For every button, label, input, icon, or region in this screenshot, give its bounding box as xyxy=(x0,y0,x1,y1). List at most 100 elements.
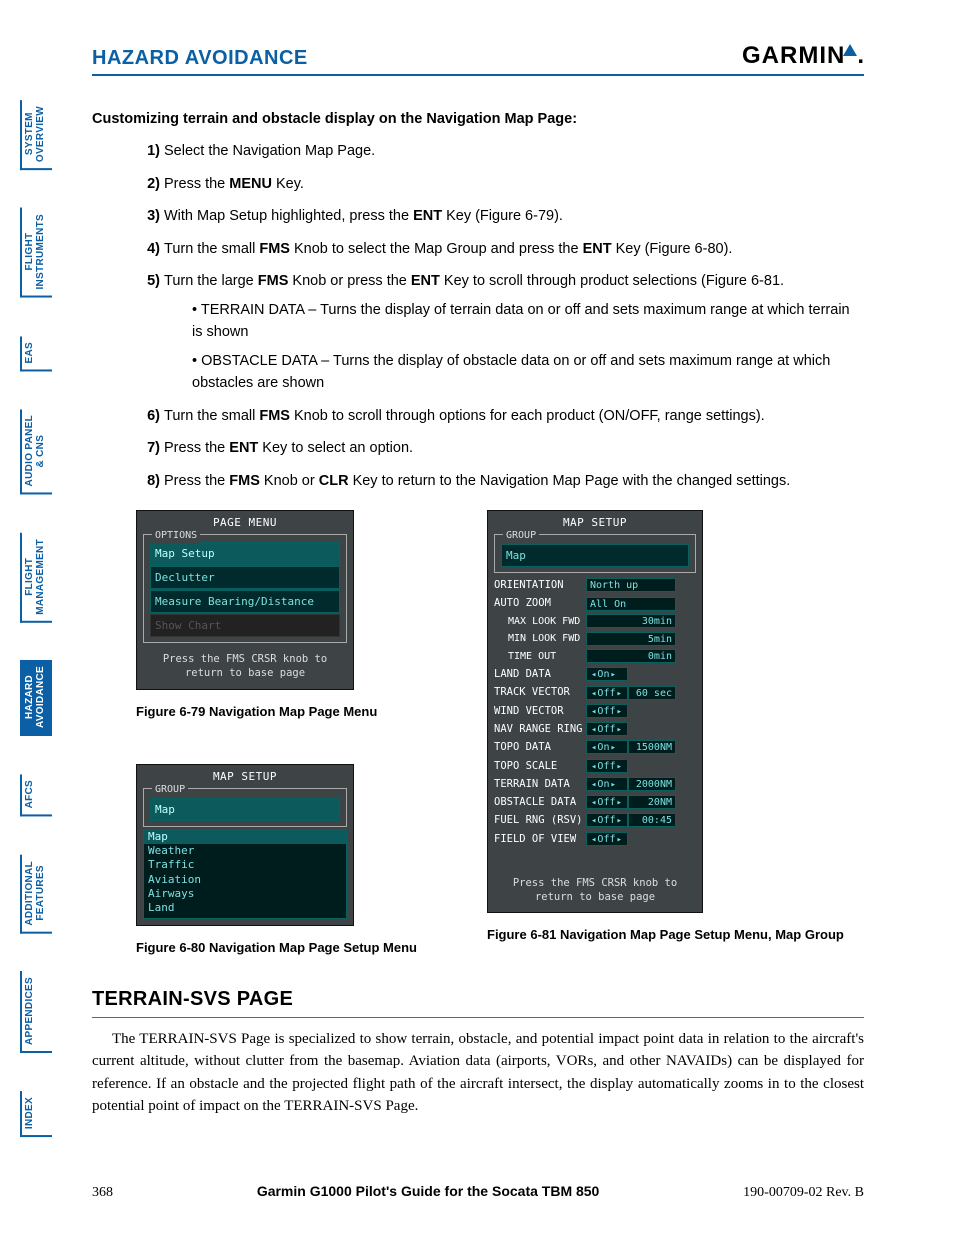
setting-label: TERRAIN DATA xyxy=(494,776,586,792)
setting-value: ◂Off▸ xyxy=(586,813,628,827)
fig-80-box: MAP SETUP GROUP Map MapWeatherTrafficAvi… xyxy=(136,764,354,926)
setting-label: TRACK VECTOR xyxy=(494,684,586,700)
step-7: 7)Press the ENT Key to select an option. xyxy=(136,437,864,459)
setting-value: ◂Off▸ xyxy=(586,686,628,700)
fig-81-settings: ORIENTATIONNorth upAUTO ZOOMAll OnMAX LO… xyxy=(494,577,696,847)
figure-left-column: PAGE MENU OPTIONS Map Setup Declutter Me… xyxy=(136,510,417,958)
setting-value-2: 1500NM xyxy=(628,740,676,754)
step-8: 8)Press the FMS Knob or CLR Key to retur… xyxy=(136,470,864,492)
group-value: Map xyxy=(501,544,689,567)
terrain-svs-title: TERRAIN-SVS PAGE xyxy=(92,984,864,1018)
setting-label: LAND DATA xyxy=(494,666,586,682)
tab-index[interactable]: INDEX xyxy=(20,1091,52,1137)
dropdown-item: Aviation xyxy=(148,873,342,887)
tab-afcs[interactable]: AFCS xyxy=(20,774,52,816)
setting-label: WIND VECTOR xyxy=(494,703,586,719)
dropdown-item: Land xyxy=(148,901,342,915)
terrain-svs-body: The TERRAIN-SVS Page is specialized to s… xyxy=(92,1028,864,1118)
group-dropdown: MapWeatherTrafficAviationAirwaysLand xyxy=(143,829,347,919)
setting-value: ◂Off▸ xyxy=(586,722,628,736)
setting-value: ◂Off▸ xyxy=(586,704,628,718)
terrain-svs-section: TERRAIN-SVS PAGE The TERRAIN-SVS Page is… xyxy=(92,984,864,1118)
step-1: 1)Select the Navigation Map Page. xyxy=(136,140,864,162)
figure-row: PAGE MENU OPTIONS Map Setup Declutter Me… xyxy=(92,510,864,958)
fig-79-box: PAGE MENU OPTIONS Map Setup Declutter Me… xyxy=(136,510,354,690)
footer-rev: 190-00709-02 Rev. B xyxy=(743,1185,864,1201)
tab-additional-features[interactable]: ADDITIONAL FEATURES xyxy=(20,855,52,934)
setting-value: North up xyxy=(586,578,676,592)
setting-label: OBSTACLE DATA xyxy=(494,794,586,810)
setting-value-2: 00:45 xyxy=(628,813,676,827)
figure-right-column: MAP SETUP GROUP Map ORIENTATIONNorth upA… xyxy=(487,510,844,945)
setting-value-2: 2000NM xyxy=(628,777,676,791)
setting-value: 5min xyxy=(586,632,676,646)
menu-show-chart: Show Chart xyxy=(150,614,340,637)
step-5-bullets: TERRAIN DATA – Turns the display of terr… xyxy=(164,299,864,395)
setting-value: 0min xyxy=(586,649,676,663)
page-header: HAZARD AVOIDANCE GARMIN . xyxy=(92,42,864,76)
logo-text: GARMIN xyxy=(742,42,845,70)
page-content: Customizing terrain and obstacle display… xyxy=(92,108,864,1118)
fig-81-caption: Figure 6-81 Navigation Map Page Setup Me… xyxy=(487,925,844,945)
menu-measure: Measure Bearing/Distance xyxy=(150,590,340,613)
setting-value-2: 60 sec xyxy=(628,686,676,700)
step-5: 5)Turn the large FMS Knob or press the E… xyxy=(136,270,864,394)
tab-appendices[interactable]: APPENDICES xyxy=(20,971,52,1053)
step-2: 2)Press the MENU Key. xyxy=(136,173,864,195)
fig-79-caption: Figure 6-79 Navigation Map Page Menu xyxy=(136,702,417,722)
setting-label: FIELD OF VIEW xyxy=(494,831,586,847)
footer-title: Garmin G1000 Pilot's Guide for the Socat… xyxy=(257,1183,600,1199)
procedure-heading: Customizing terrain and obstacle display… xyxy=(92,108,864,130)
setting-label: TIME OUT xyxy=(494,649,586,665)
garmin-logo: GARMIN . xyxy=(742,42,864,70)
bullet-terrain: TERRAIN DATA – Turns the display of terr… xyxy=(192,299,864,344)
setting-label: TOPO DATA xyxy=(494,739,586,755)
setting-value-2: 20NM xyxy=(628,795,676,809)
bullet-obstacle: OBSTACLE DATA – Turns the display of obs… xyxy=(192,350,864,395)
fig-79-hint: Press the FMS CRSR knob to return to bas… xyxy=(137,647,353,688)
setting-value: ◂On▸ xyxy=(586,740,628,754)
group-selected: Map xyxy=(150,798,340,821)
page-number: 368 xyxy=(92,1185,113,1201)
fig-79-options: OPTIONS Map Setup Declutter Measure Bear… xyxy=(143,534,347,643)
fig-81-hint: Press the FMS CRSR knob to return to bas… xyxy=(488,871,702,912)
setting-value: All On xyxy=(586,597,676,611)
tab-hazard-avoidance[interactable]: HAZARD AVOIDANCE xyxy=(20,660,52,736)
dropdown-item: Weather xyxy=(148,844,342,858)
setting-value: ◂Off▸ xyxy=(586,832,628,846)
tab-eas[interactable]: EAS xyxy=(20,336,52,371)
step-4: 4)Turn the small FMS Knob to select the … xyxy=(136,238,864,260)
setting-label: AUTO ZOOM xyxy=(494,595,586,611)
setting-value: ◂Off▸ xyxy=(586,759,628,773)
dropdown-item: Map xyxy=(144,830,346,844)
menu-map-setup: Map Setup xyxy=(150,542,340,565)
fig-80-caption: Figure 6-80 Navigation Map Page Setup Me… xyxy=(136,938,417,958)
fig-81-box: MAP SETUP GROUP Map ORIENTATIONNorth upA… xyxy=(487,510,703,913)
setting-value: ◂Off▸ xyxy=(586,795,628,809)
side-tabs: SYSTEM OVERVIEW FLIGHT INSTRUMENTS EAS AUDI… xyxy=(20,100,52,1176)
setting-value: ◂On▸ xyxy=(586,777,628,791)
fig-81-group: GROUP Map xyxy=(494,534,696,573)
logo-dot: . xyxy=(857,42,864,70)
setting-label: MIN LOOK FWD xyxy=(494,631,586,647)
tab-system-overview[interactable]: SYSTEM OVERVIEW xyxy=(20,100,52,170)
menu-declutter: Declutter xyxy=(150,566,340,589)
dropdown-item: Airways xyxy=(148,887,342,901)
setting-label: FUEL RNG (RSV) xyxy=(494,812,586,828)
fig-80-group: GROUP Map xyxy=(143,788,347,827)
page-footer: 368 Garmin G1000 Pilot's Guide for the S… xyxy=(92,1183,864,1201)
tab-audio-panel-cns[interactable]: AUDIO PANEL & CNS xyxy=(20,409,52,494)
tab-flight-instruments[interactable]: FLIGHT INSTRUMENTS xyxy=(20,208,52,298)
step-6: 6)Turn the small FMS Knob to scroll thro… xyxy=(136,405,864,427)
step-3: 3)With Map Setup highlighted, press the … xyxy=(136,205,864,227)
logo-triangle-icon xyxy=(843,44,857,56)
procedure-list: 1)Select the Navigation Map Page. 2)Pres… xyxy=(92,140,864,492)
tab-flight-management[interactable]: FLIGHT MANAGEMENT xyxy=(20,533,52,623)
setting-value: 30min xyxy=(586,614,676,628)
setting-label: ORIENTATION xyxy=(494,577,586,593)
setting-label: NAV RANGE RING xyxy=(494,721,586,737)
setting-value: ◂On▸ xyxy=(586,667,628,681)
setting-label: TOPO SCALE xyxy=(494,758,586,774)
dropdown-item: Traffic xyxy=(148,858,342,872)
section-title: HAZARD AVOIDANCE xyxy=(92,47,308,70)
